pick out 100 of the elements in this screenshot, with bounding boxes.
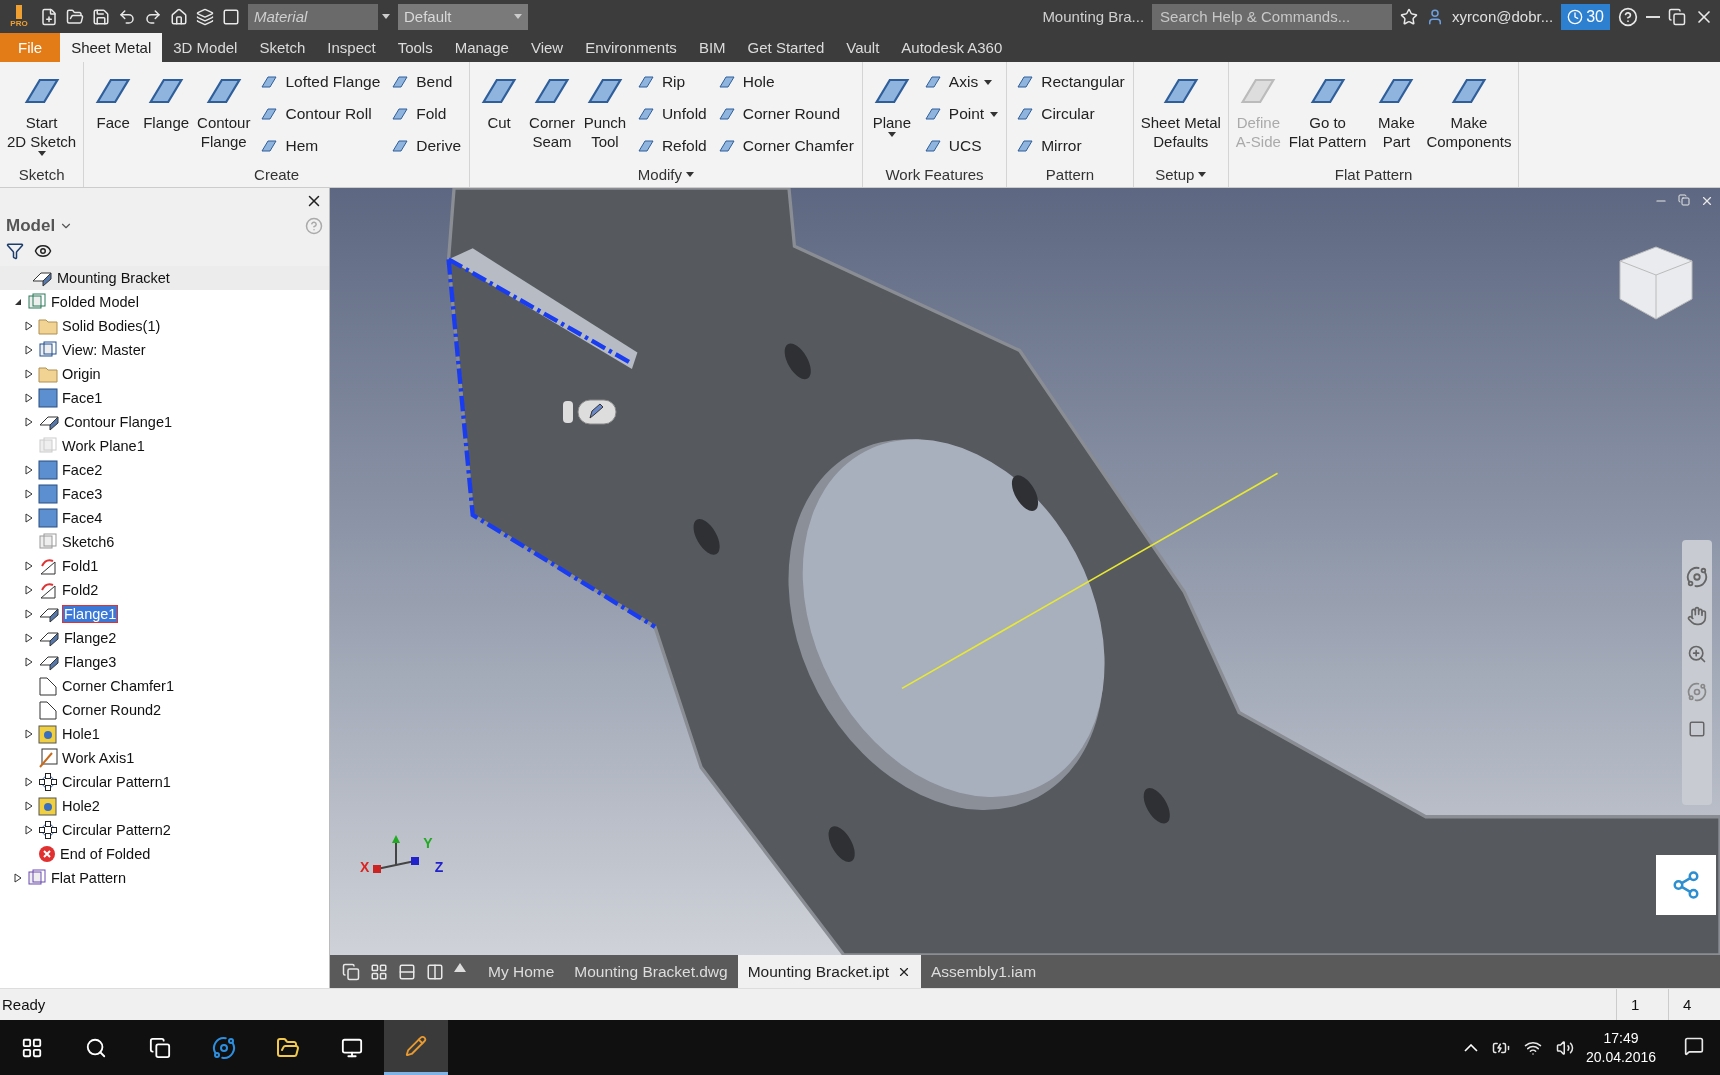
browser-title[interactable]: Model xyxy=(6,216,56,236)
expand-arrow-icon[interactable] xyxy=(25,393,33,403)
expand-arrow-icon[interactable] xyxy=(25,633,33,643)
trial-badge[interactable]: 30 xyxy=(1561,3,1610,30)
document-tab[interactable]: Mounting Bracket.ipt xyxy=(737,955,921,988)
expand-arrow-icon[interactable] xyxy=(25,345,33,355)
expand-arrow-icon[interactable] xyxy=(25,657,33,667)
share-button[interactable] xyxy=(1656,855,1716,915)
ribbon-button[interactable]: Axis xyxy=(918,67,1003,97)
expand-arrow-icon[interactable] xyxy=(25,729,33,739)
expand-arrow-icon[interactable] xyxy=(25,369,33,379)
expand-arrow-icon[interactable] xyxy=(25,321,33,331)
ribbon-tab[interactable]: Get Started xyxy=(736,33,836,62)
ribbon-button[interactable]: Unfold xyxy=(631,99,711,129)
ribbon-button[interactable]: Point xyxy=(918,99,1003,129)
ribbon-tab[interactable]: 3D Model xyxy=(162,33,249,62)
ribbon-button[interactable]: Cut xyxy=(474,67,525,161)
tree-item[interactable]: Flange2 xyxy=(63,630,118,646)
tree-item[interactable]: Work Plane1 xyxy=(61,438,146,454)
ribbon-tab[interactable]: Manage xyxy=(443,33,520,62)
app-logo[interactable]: PRO xyxy=(6,1,32,32)
tree-item[interactable]: Fold1 xyxy=(61,558,100,574)
material-field[interactable]: Material xyxy=(248,3,378,30)
collapse-arrow-icon[interactable] xyxy=(14,298,22,306)
ribbon-button[interactable]: Lofted Flange xyxy=(255,67,385,97)
tree-item[interactable]: Hole2 xyxy=(61,798,101,814)
ribbon-button[interactable]: Flange xyxy=(140,67,193,161)
ribbon-button[interactable]: Face xyxy=(88,67,139,161)
tree-item[interactable]: Folded Model xyxy=(50,294,140,310)
ribbon-button[interactable]: Rectangular xyxy=(1011,67,1129,97)
ribbon-button[interactable]: Make Part xyxy=(1371,67,1422,161)
ribbon-button[interactable]: Corner Chamfer xyxy=(712,131,858,161)
ribbon-button[interactable]: Contour Flange xyxy=(194,67,254,161)
ribbon-tab[interactable]: Sketch xyxy=(248,33,317,62)
ribbon-button[interactable]: Plane xyxy=(866,67,917,161)
expand-arrow-icon[interactable] xyxy=(25,489,33,499)
ribbon-tab[interactable]: View xyxy=(519,33,575,62)
ribbon-button[interactable]: Corner Seam xyxy=(526,67,578,161)
ribbon-tab[interactable]: Sheet Metal xyxy=(60,33,163,62)
up-arrow-icon[interactable] xyxy=(454,962,466,972)
ribbon-button[interactable]: Corner Round xyxy=(712,99,858,129)
expand-arrow-icon[interactable] xyxy=(14,873,22,883)
ribbon-button[interactable]: Circular xyxy=(1011,99,1129,129)
tree-item[interactable]: Sketch6 xyxy=(61,534,116,550)
minimize-icon[interactable] xyxy=(1646,15,1660,18)
document-tab[interactable]: Mounting Bracket.dwg xyxy=(564,955,738,988)
app-taskbar-button[interactable] xyxy=(384,1020,448,1075)
expand-arrow-icon[interactable] xyxy=(25,585,33,595)
tree-item[interactable]: Hole1 xyxy=(61,726,101,742)
ribbon-button[interactable]: UCS xyxy=(918,131,1003,161)
ribbon-button[interactable]: Punch Tool xyxy=(579,67,630,161)
document-tab[interactable]: Assembly1.iam xyxy=(921,955,1047,988)
ribbon-button[interactable]: Hole xyxy=(712,67,858,97)
tree-item[interactable]: End of Folded xyxy=(59,846,152,862)
ribbon-tab[interactable]: Vault xyxy=(835,33,891,62)
ribbon-button[interactable]: Refold xyxy=(631,131,711,161)
ribbon-button[interactable]: Bend xyxy=(386,67,466,97)
expand-arrow-icon[interactable] xyxy=(25,465,33,475)
expand-arrow-icon[interactable] xyxy=(25,609,33,619)
tree-item[interactable]: Corner Round2 xyxy=(61,702,163,718)
tree-item[interactable]: Face3 xyxy=(61,486,104,502)
ribbon-button[interactable]: Contour Roll xyxy=(255,99,385,129)
tree-item[interactable]: Corner Chamfer1 xyxy=(61,678,175,694)
expand-arrow-icon[interactable] xyxy=(25,561,33,571)
ribbon-tab[interactable]: Environments xyxy=(574,33,688,62)
tree-item[interactable]: Fold2 xyxy=(61,582,100,598)
ribbon-button[interactable]: Hem xyxy=(255,131,385,161)
tree-item[interactable]: Flange3 xyxy=(63,654,118,670)
ribbon-button[interactable]: Derive xyxy=(386,131,466,161)
ribbon-button[interactable]: Rip xyxy=(631,67,711,97)
ribbon-tab[interactable]: Inspect xyxy=(316,33,387,62)
search-field[interactable]: Search Help & Commands... xyxy=(1152,3,1393,30)
expand-arrow-icon[interactable] xyxy=(25,777,33,787)
tree-item[interactable]: Flange1 xyxy=(63,606,118,622)
expand-arrow-icon[interactable] xyxy=(25,417,33,427)
expand-arrow-icon[interactable] xyxy=(25,513,33,523)
navigation-bar[interactable] xyxy=(1682,540,1712,805)
expand-arrow-icon[interactable] xyxy=(25,801,33,811)
ribbon-button[interactable]: Go to Flat Pattern xyxy=(1285,67,1370,161)
tree-item[interactable]: Face2 xyxy=(61,462,104,478)
tree-item[interactable]: Work Axis1 xyxy=(61,750,136,766)
user-name[interactable]: xyrcon@dobr... xyxy=(1452,8,1554,25)
ribbon-tab[interactable]: Tools xyxy=(386,33,444,62)
tree-item[interactable]: Origin xyxy=(61,366,102,382)
edit-glyph-icon[interactable] xyxy=(562,398,618,426)
tree-item[interactable]: Face1 xyxy=(61,390,104,406)
expand-arrow-icon[interactable] xyxy=(25,825,33,835)
ribbon-button[interactable]: Fold xyxy=(386,99,466,129)
chevron-up-icon[interactable] xyxy=(1463,1043,1478,1052)
document-tab[interactable]: My Home xyxy=(478,955,565,988)
ribbon-tab[interactable]: Autodesk A360 xyxy=(890,33,1014,62)
tree-item[interactable]: Contour Flange1 xyxy=(63,414,173,430)
ribbon-button[interactable]: Make Components xyxy=(1423,67,1515,161)
ribbon-tab[interactable]: BIM xyxy=(687,33,737,62)
tree-item[interactable]: Flat Pattern xyxy=(50,870,127,886)
ribbon-button[interactable]: Mirror xyxy=(1011,131,1129,161)
tree-item[interactable]: Face4 xyxy=(61,510,104,526)
tree-item[interactable]: Solid Bodies(1) xyxy=(61,318,162,334)
3d-viewport[interactable]: X Y Z xyxy=(330,188,1720,955)
ribbon-button[interactable]: Sheet Metal Defaults xyxy=(1137,67,1224,161)
